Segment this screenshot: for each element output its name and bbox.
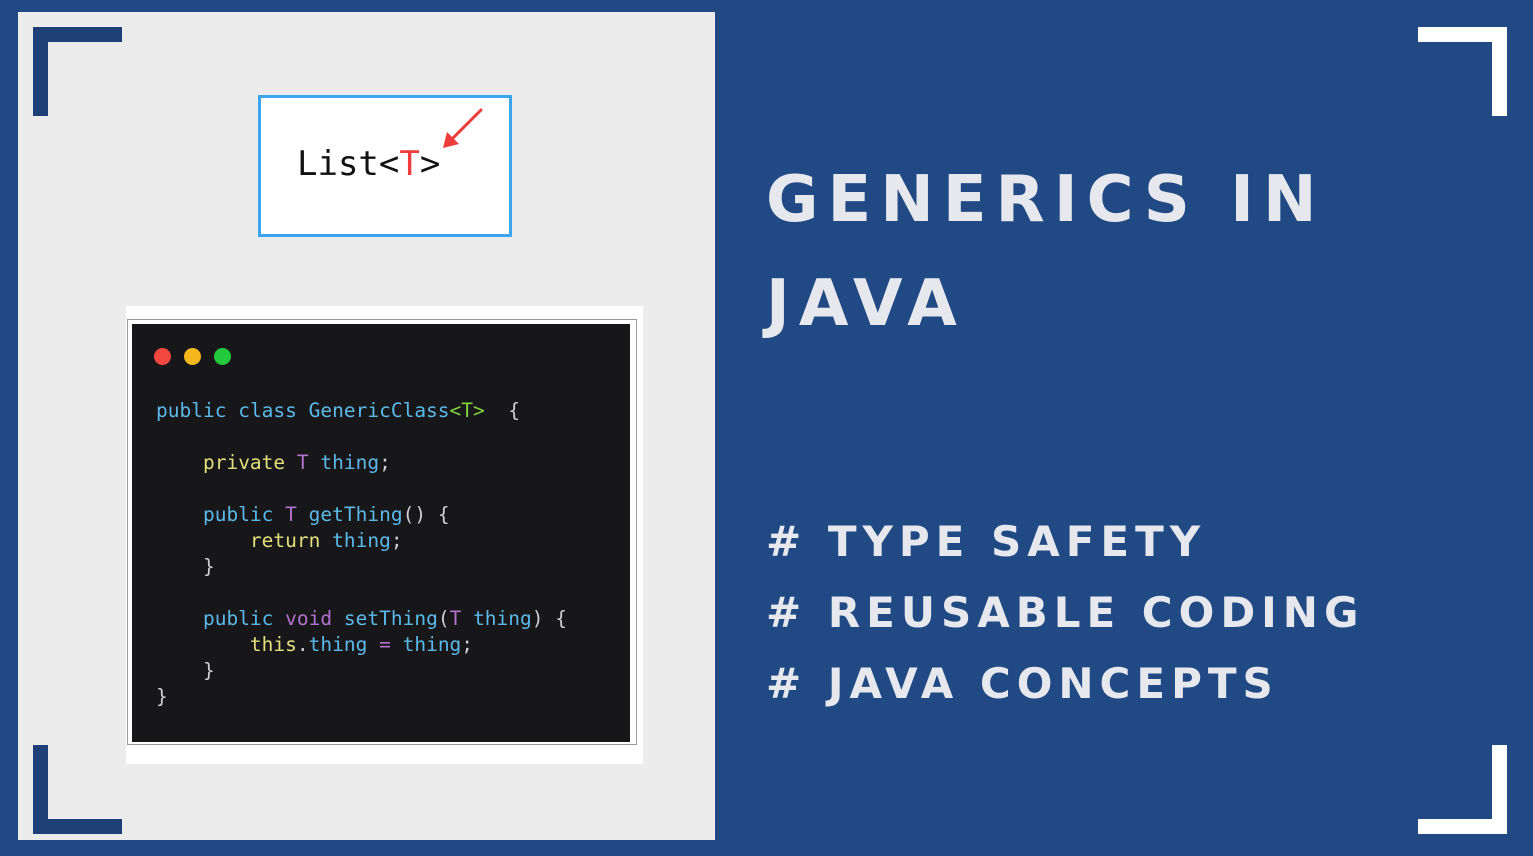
corner-bracket-top-left <box>33 27 122 116</box>
code-line: public T getThing() { <box>202 503 450 526</box>
list-generic-box: List<T> <box>258 95 512 237</box>
corner-bracket-bottom-right <box>1418 745 1507 834</box>
window-close-dot <box>154 348 171 365</box>
window-maximize-dot <box>214 348 231 365</box>
code-line: public void setThing(T thing) { <box>202 607 568 630</box>
code-editor-window: public class GenericClass<T> { private T… <box>132 324 630 742</box>
code-line: private T thing; <box>202 451 391 474</box>
type-parameter: T <box>399 144 420 184</box>
list-generic-text: List<T> <box>297 144 441 184</box>
page-title: GENERICS IN JAVA <box>766 148 1326 356</box>
code-snippet-card: public class GenericClass<T> { private T… <box>126 306 643 764</box>
corner-bracket-top-right <box>1418 27 1507 116</box>
tag-type-safety: # TYPE SAFETY <box>766 517 1207 566</box>
code-line: } <box>202 555 215 578</box>
title-line-2: JAVA <box>766 267 966 341</box>
code-line: } <box>202 659 215 682</box>
topic-tags: # TYPE SAFETY # REUSABLE CODING # JAVA C… <box>766 506 1364 719</box>
title-line-1: GENERICS IN <box>766 163 1326 237</box>
tag-reusable-coding: # REUSABLE CODING <box>766 588 1365 637</box>
corner-bracket-bottom-left <box>33 745 122 834</box>
code-line: } <box>156 685 168 708</box>
code-line: public class GenericClass<T> { <box>156 399 521 422</box>
left-panel: List<T> public class GenericClass<T> { p… <box>18 12 715 840</box>
code-block: public class GenericClass<T> { private T… <box>156 398 567 710</box>
tag-java-concepts: # JAVA CONCEPTS <box>766 659 1279 708</box>
window-minimize-dot <box>184 348 201 365</box>
red-arrow-icon <box>443 108 483 148</box>
code-line: this.thing = thing; <box>249 633 474 656</box>
code-line: return thing; <box>249 529 403 552</box>
